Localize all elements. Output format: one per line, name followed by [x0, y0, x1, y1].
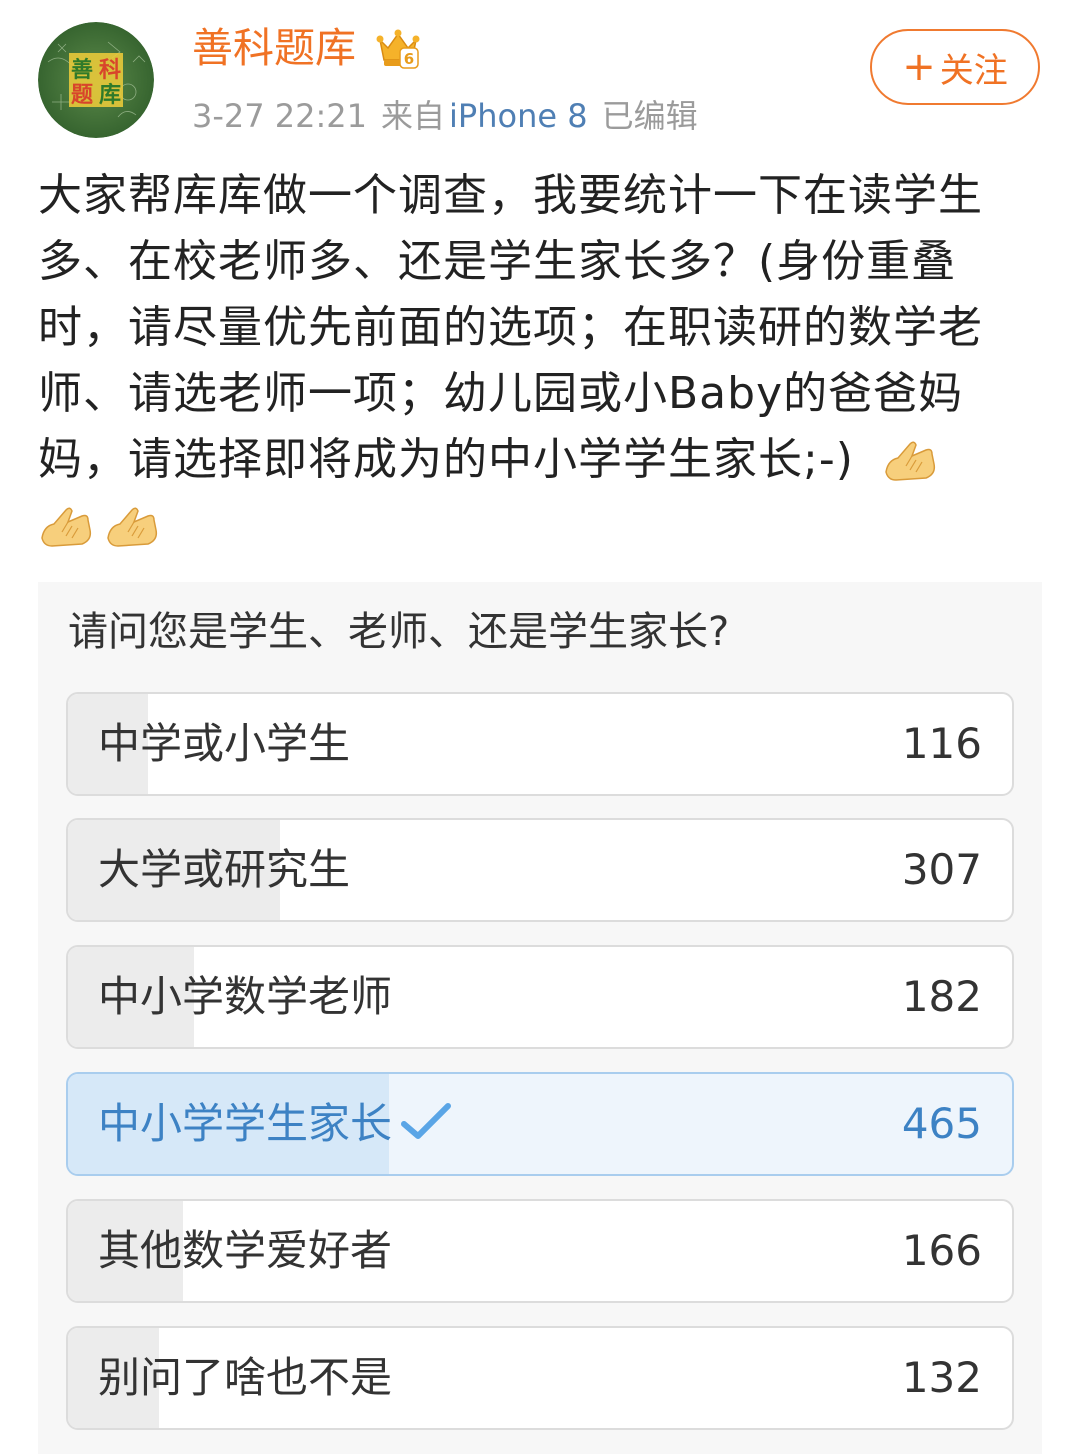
poll-option-1[interactable]: 中学或小学生 116 — [66, 692, 1014, 796]
poll-option-label: 其他数学爱好者 — [98, 1226, 393, 1275]
poll-option-2[interactable]: 大学或研究生 307 — [66, 818, 1014, 922]
pleading-hands-emoji — [885, 441, 935, 481]
post-meta: 3-27 22:21 来自 iPhone 8 已编辑 — [192, 94, 698, 138]
poll-card: 请问您是学生、老师、还是学生家长? 中学或小学生 116 大学或研究生 307 … — [38, 582, 1042, 1454]
poll-option-count: 132 — [901, 1353, 982, 1402]
poll-question: 请问您是学生、老师、还是学生家长? — [68, 609, 730, 655]
poll-option-label: 中小学数学老师 — [98, 972, 393, 1021]
poll-option-count: 166 — [901, 1226, 982, 1275]
post-body: 大家帮库库做一个调查，我要统计一下在读学生多、在校老师多、还是学生家长多？(身份… — [38, 170, 983, 485]
pleading-hands-emoji — [107, 507, 158, 547]
edited-label[interactable]: 已编辑 — [602, 97, 698, 135]
post-time: 3-27 22:21 — [192, 97, 368, 135]
poll-option-3[interactable]: 中小学数学老师 182 — [66, 945, 1014, 1049]
vip-level: 6 — [404, 50, 414, 68]
pleading-hands-emoji — [41, 507, 92, 547]
avatar-char-4: 库 — [99, 83, 121, 108]
source-device[interactable]: iPhone 8 — [449, 97, 588, 135]
poll-option-label: 大学或研究生 — [98, 845, 351, 894]
poll-option-count: 116 — [901, 719, 982, 768]
poll-option-label: 中学或小学生 — [98, 719, 351, 768]
poll-option-count: 307 — [901, 845, 982, 894]
avatar-char-1: 善 — [71, 57, 93, 83]
avatar-char-3: 题 — [71, 83, 94, 108]
poll-option-4[interactable]: 中小学学生家长 465 — [66, 1072, 1014, 1176]
follow-button[interactable]: + 关注 — [870, 29, 1040, 105]
poll-option-6[interactable]: 别问了啥也不是 132 — [66, 1326, 1014, 1430]
avatar[interactable]: 善 科 题 库 — [38, 22, 154, 138]
poll-option-count: 465 — [901, 1099, 982, 1148]
poll-option-label: 中小学学生家长 — [98, 1099, 393, 1148]
avatar-char-2: 科 — [99, 58, 121, 83]
checkmark-icon — [401, 1103, 452, 1139]
poll-option-5[interactable]: 其他数学爱好者 166 — [66, 1199, 1014, 1303]
poll-option-label: 别问了啥也不是 — [98, 1353, 393, 1402]
poll-option-count: 182 — [901, 972, 982, 1021]
user-name[interactable]: 善科题库 — [192, 22, 356, 74]
post-text: 大家帮库库做一个调查，我要统计一下在读学生多、在校老师多、还是学生家长多？(身份… — [38, 163, 1038, 559]
plus-icon: + — [902, 44, 936, 90]
follow-label: 关注 — [939, 50, 1008, 91]
source-prefix: 来自 — [381, 97, 446, 135]
vip-crown-icon: 6 — [374, 26, 422, 72]
